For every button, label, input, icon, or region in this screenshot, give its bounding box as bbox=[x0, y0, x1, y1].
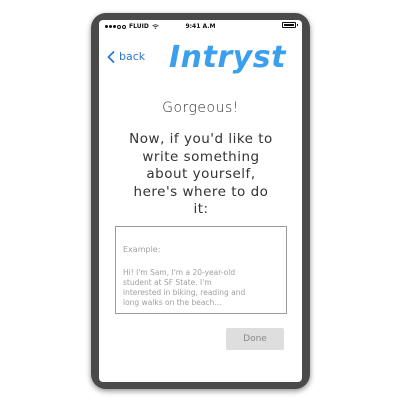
status-bar: FLUID 9:41 A.M bbox=[99, 20, 302, 32]
prompt-line: it: bbox=[193, 201, 209, 217]
placeholder-line: Hi! I'm Sam, I'm a 20-year-old bbox=[123, 268, 236, 277]
done-button[interactable]: Done bbox=[226, 328, 284, 350]
placeholder-text: Hi! I'm Sam, I'm a 20-year-old student a… bbox=[123, 268, 285, 308]
back-label: back bbox=[119, 50, 146, 63]
bio-prompt: Now, if you'd like to write something ab… bbox=[121, 131, 281, 219]
back-button[interactable]: back bbox=[107, 50, 145, 63]
app-logo: Intryst bbox=[169, 40, 286, 75]
placeholder-title: Example: bbox=[123, 245, 161, 254]
bio-textarea[interactable]: Example: Hi! I'm Sam, I'm a 20-year-old … bbox=[115, 226, 287, 314]
prompt-line: Now, if you'd like to bbox=[129, 131, 273, 147]
phone-screen: FLUID 9:41 A.M back Intryst Gorgeous! No… bbox=[99, 20, 302, 382]
battery-icon bbox=[282, 22, 298, 28]
prompt-line: about yourself, bbox=[146, 166, 256, 182]
placeholder-line: student at SF State. I'm bbox=[123, 278, 212, 287]
status-time: 9:41 A.M bbox=[185, 23, 216, 30]
page-heading: Gorgeous! bbox=[162, 100, 239, 116]
chevron-left-icon bbox=[107, 50, 115, 63]
placeholder-line: interested in biking, reading and bbox=[123, 288, 246, 297]
placeholder-line: long walks on the beach... bbox=[123, 298, 222, 307]
prompt-line: write something bbox=[142, 148, 260, 165]
status-bar-right bbox=[282, 22, 298, 28]
prompt-line: here's where to do bbox=[133, 183, 269, 200]
